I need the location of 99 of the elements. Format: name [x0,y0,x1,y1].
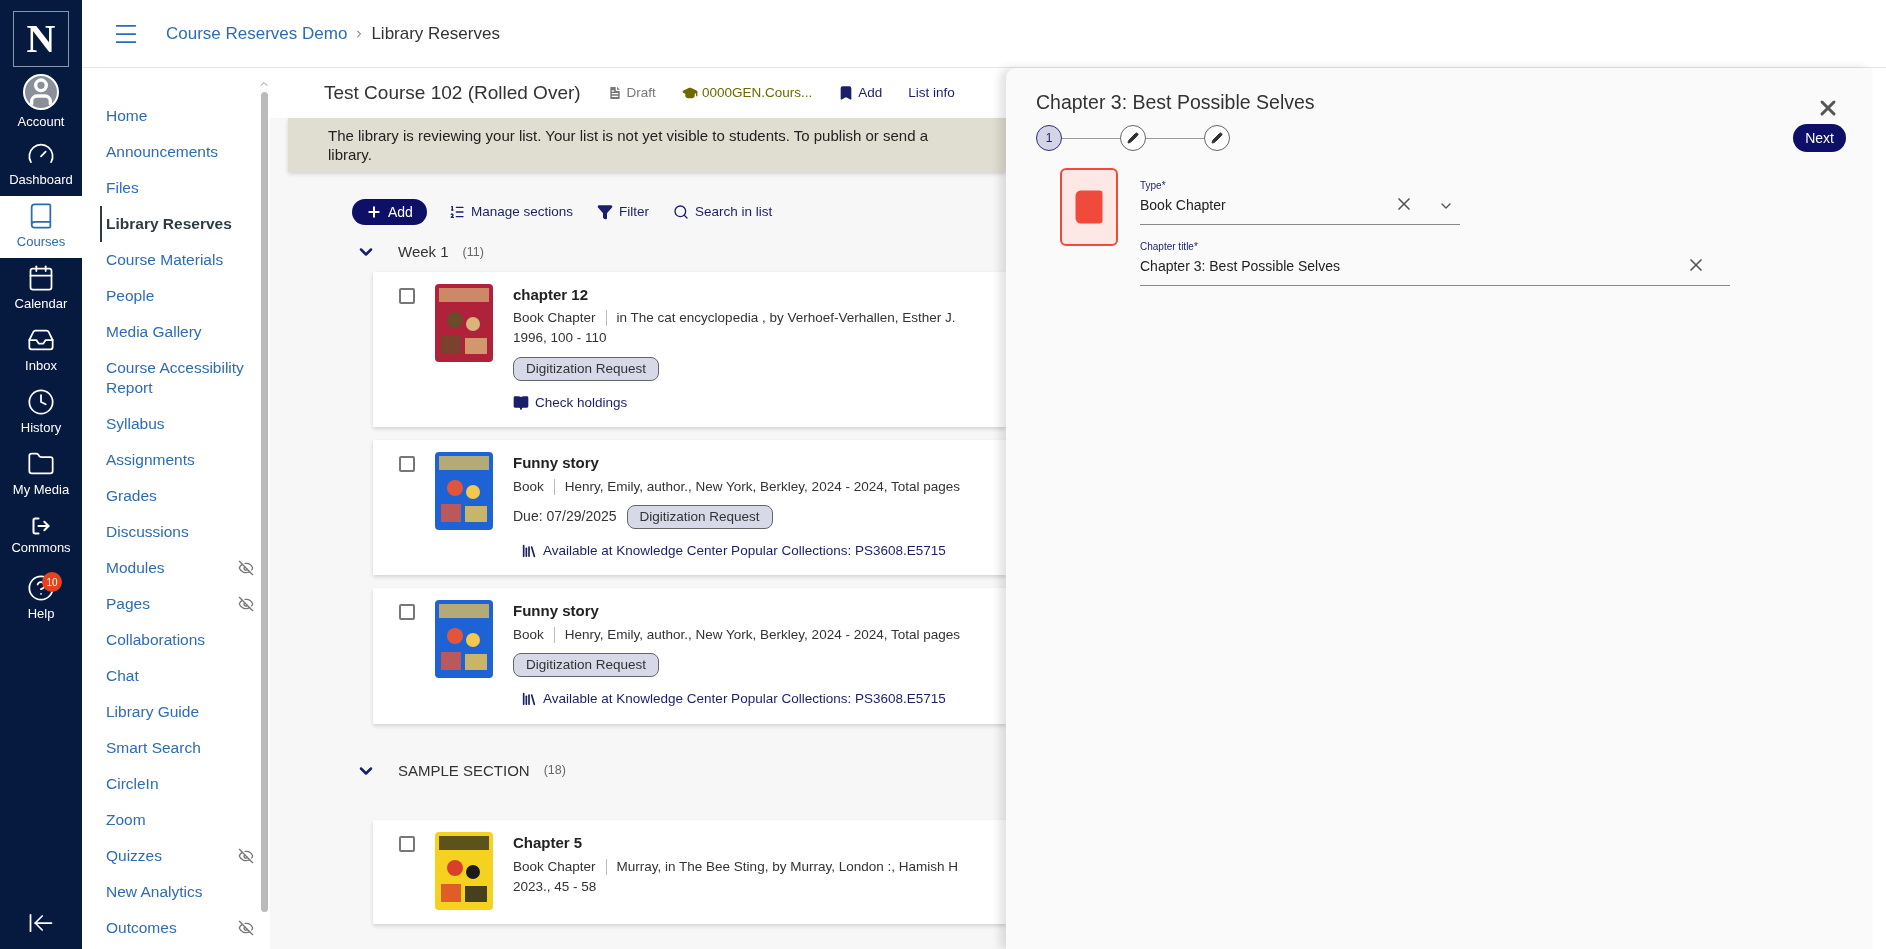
due-date: Due: 07/29/2025 [513,507,617,527]
course-nav-item[interactable]: Library Guide [106,694,254,730]
type-select[interactable]: Type* Book Chapter [1140,178,1460,225]
library-icon [521,691,537,708]
add-button[interactable]: Add [352,199,427,225]
item-details: Henry, Emily, author., New York, Berkley, 2024 - 2024, Total pages [564,477,960,496]
course-nav-item[interactable]: Library Reserves [100,206,254,242]
checkbox[interactable] [399,604,415,621]
item-title[interactable]: Funny story [513,452,960,475]
holdings-link[interactable]: Available at Knowledge Center Popular Collections: PS3608.E5715 [543,541,946,562]
list-title: Test Course 102 (Rolled Over) [324,80,581,105]
hidden-icon [238,920,254,936]
logo[interactable]: N [13,11,69,67]
item-details: 1996, 100 - 110 [513,329,608,348]
item-type: Book Chapter [513,857,596,876]
toolbar-button[interactable]: Filter [595,201,651,223]
toolbar-button[interactable]: Manage sections [446,201,575,223]
course-nav-item[interactable]: People [106,278,254,314]
checkbox[interactable] [399,836,415,852]
notification-badge: 10 [42,572,62,592]
list-info-link[interactable]: List info [908,82,955,104]
course-nav-item[interactable]: Announcements [106,134,254,170]
course-nav-item[interactable]: Collaborations [106,622,254,658]
status-chip: Digitization Request [513,356,660,381]
calendar-icon [27,264,55,293]
item-title[interactable]: Chapter 5 [513,832,958,855]
course-nav-item[interactable]: Zoom [106,802,254,838]
checkbox[interactable] [399,287,415,304]
hidden-icon [238,596,254,612]
section-count: (11) [462,243,484,261]
course-nav-item[interactable]: Course Accessibility Report [106,350,254,406]
status-label: Draft [626,83,656,102]
pencil-icon [1127,132,1139,144]
course-nav-item[interactable]: Files [106,170,254,206]
section-title: SAMPLE SECTION [398,760,530,781]
course-nav-item[interactable]: CircleIn [106,766,254,802]
course-nav-item[interactable]: Smart Search [106,730,254,766]
course-nav-item[interactable]: Chat [106,658,254,694]
add-link[interactable]: Add [858,82,883,104]
global-nav-item[interactable]: Account [0,72,82,134]
global-nav-item[interactable]: My Media [0,444,82,506]
step-indicator[interactable] [1204,125,1230,151]
panel-title: Chapter 3: Best Possible Selves [1036,90,1315,115]
course-nav-item[interactable]: Home [106,98,254,134]
course-code-link[interactable]: 0000GEN.Cours... [701,82,813,104]
banner-text: The library is reviewing your list. Your list is not yet visible to students. To publish or send a library. [328,126,929,164]
global-nav-item[interactable]: History [0,382,82,444]
item-details: in The cat encyclopedia , by Verhoef-Verhallen, Esther J. [616,309,956,327]
course-nav-item[interactable]: Grades [106,478,254,514]
course-nav-item[interactable]: Course Materials [106,242,254,278]
holdings-link[interactable]: Available at Knowledge Center Popular Collections: PS3608.E5715 [543,689,946,710]
course-nav-item[interactable]: Modules [106,550,254,586]
global-nav-item[interactable]: Courses [0,196,82,258]
hidden-icon [238,848,254,864]
holdings-link[interactable]: Check holdings [535,392,628,413]
search-icon [673,204,689,220]
global-nav-item[interactable]: Calendar [0,258,82,320]
step-indicator[interactable]: 1 [1036,125,1062,151]
course-nav-item[interactable]: Outcomes [106,910,254,946]
clock-icon [27,388,55,417]
course-nav-item[interactable]: Quizzes [106,838,254,874]
global-nav-item[interactable]: Dashboard [0,134,82,196]
course-nav-item[interactable]: New Analytics [106,874,254,910]
global-nav-item[interactable]: Inbox [0,320,82,382]
item-details: Henry, Emily, author., New York, Berkley, 2024 - 2024, Total pages [564,625,960,644]
toolbar-button[interactable]: Search in list [671,201,775,223]
item-type: Book Chapter [513,309,596,327]
breadcrumb-item: Library Reserves [371,22,500,45]
course-nav-item[interactable]: Syllabus [106,406,254,442]
item-details: Murray, in The Bee Sting, by Murray, London :, Hamish H [616,857,958,876]
avatar-icon [23,74,59,111]
item-type: Book [513,477,544,496]
step-indicator[interactable] [1120,125,1146,151]
checkbox[interactable] [399,456,415,472]
item-type: Book [513,625,544,644]
list-icon [448,204,465,220]
course-nav-item[interactable]: Assignments [106,442,254,478]
course-nav-item[interactable]: Discussions [106,514,254,550]
course-nav-item[interactable]: Pages [106,586,254,622]
item-details: 2023., 45 - 58 [513,877,598,896]
hidden-icon [238,560,254,576]
filter-icon [597,204,613,220]
course-nav-item[interactable]: Media Gallery [106,314,254,350]
input-field[interactable]: Chapter title* Chapter 3: Best Possible Selves [1140,239,1730,286]
library-icon [521,543,537,560]
breadcrumb-item[interactable]: Course Reserves Demo [166,20,348,47]
section-count: (18) [543,762,566,780]
status-chip: Digitization Request [513,653,660,678]
help-icon [27,574,55,603]
global-nav-item[interactable]: Commons [0,506,82,568]
item-title[interactable]: chapter 12 [513,283,956,306]
plus-icon [366,204,382,220]
global-nav-item[interactable]: Help 10 [0,568,82,630]
graduation-cap-icon [681,85,698,101]
status-chip: Digitization Request [626,504,773,529]
pencil-icon [1211,132,1223,144]
next-button[interactable]: Next [1793,124,1846,152]
item-title[interactable]: Funny story [513,600,960,623]
section-title: Week 1 [398,242,449,262]
